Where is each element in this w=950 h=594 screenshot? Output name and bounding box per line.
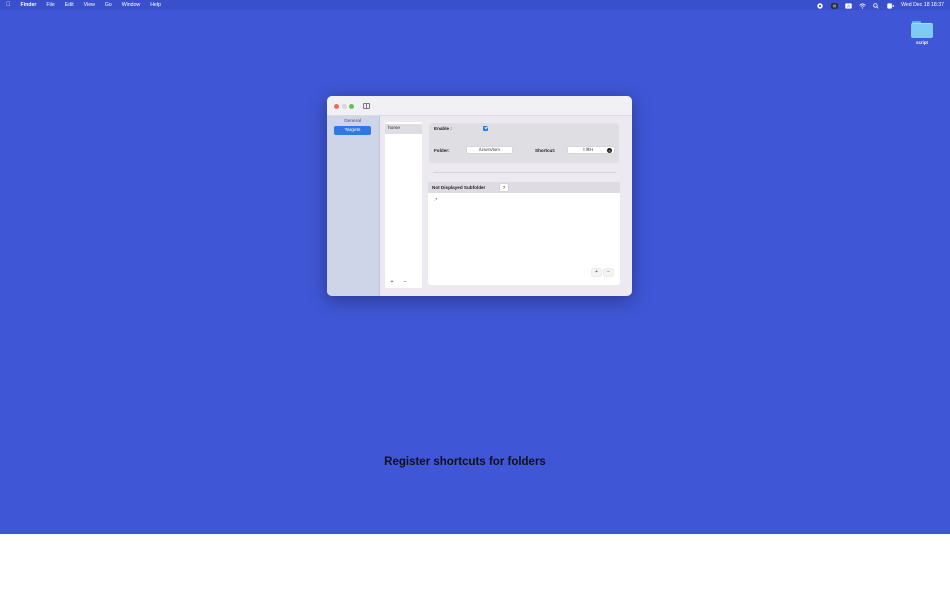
subfolder-header: Not Displayed Subfolder ? [428, 182, 620, 193]
control-center-icon[interactable] [887, 2, 895, 9]
target-settings-box: Enable : Folder: /Users/tom Shortcut: ⇧⌘… [429, 123, 619, 163]
menu-view[interactable]: View [84, 2, 95, 8]
menu-finder[interactable]: Finder [21, 2, 37, 8]
folder-path-field[interactable]: /Users/tom [467, 147, 512, 153]
close-window-button[interactable] [334, 103, 339, 109]
folder-icon [911, 20, 933, 38]
folder-label: Folder: [434, 148, 450, 153]
shortcut-label: Shortcut: [535, 148, 556, 153]
subfolder-list: .* + − [428, 193, 620, 285]
sidebar-item-general[interactable]: General [334, 117, 371, 126]
status-gear-icon[interactable] [817, 2, 823, 9]
list-item[interactable]: home [385, 124, 422, 134]
sidebar-item-targets[interactable]: Targets [334, 126, 371, 135]
targets-list: home + − [385, 122, 422, 288]
divider [433, 172, 616, 173]
clear-shortcut-icon[interactable]: × [607, 147, 612, 153]
menu-help[interactable]: Help [150, 2, 161, 8]
zoom-window-button[interactable] [349, 103, 354, 109]
subfolder-header-title: Not Displayed Subfolder [432, 185, 486, 190]
input-source-icon[interactable]: A [845, 2, 852, 8]
menu-window[interactable]: Window [122, 2, 140, 8]
title-bar [327, 96, 632, 116]
desktop-folder-label: script [916, 40, 928, 45]
menu-go[interactable]: Go [105, 2, 112, 8]
status-app-icon[interactable] [831, 2, 838, 9]
enable-label: Enable : [434, 126, 452, 131]
remove-subfolder-button[interactable]: − [604, 269, 613, 276]
search-icon[interactable] [873, 2, 879, 9]
menu-bar:  Finder File Edit View Go Window Help A [0, 0, 950, 10]
list-item[interactable]: .* [434, 198, 437, 203]
enable-checkbox[interactable] [483, 125, 488, 131]
menubar-clock[interactable]: Wed Dec 18 18:37 [901, 2, 944, 8]
minimize-window-button[interactable] [341, 103, 347, 109]
add-subfolder-button[interactable]: + [592, 269, 601, 276]
help-button[interactable]: ? [500, 184, 508, 191]
desktop-folder-script[interactable]: script [908, 20, 936, 45]
sidebar: General Targets [327, 116, 380, 296]
caption-text: Register shortcuts for folders [384, 456, 546, 468]
menu-edit[interactable]: Edit [65, 2, 74, 8]
remove-target-button[interactable]: − [402, 279, 408, 285]
apple-menu-icon[interactable]:  [6, 2, 11, 8]
desktop:  Finder File Edit View Go Window Help A [0, 0, 950, 534]
wifi-icon[interactable] [859, 3, 866, 9]
sidebar-toggle-icon[interactable] [363, 102, 370, 109]
preferences-window: General Targets home + − Enable : Folder… [327, 96, 632, 296]
add-target-button[interactable]: + [389, 279, 395, 285]
menu-file[interactable]: File [46, 2, 54, 8]
